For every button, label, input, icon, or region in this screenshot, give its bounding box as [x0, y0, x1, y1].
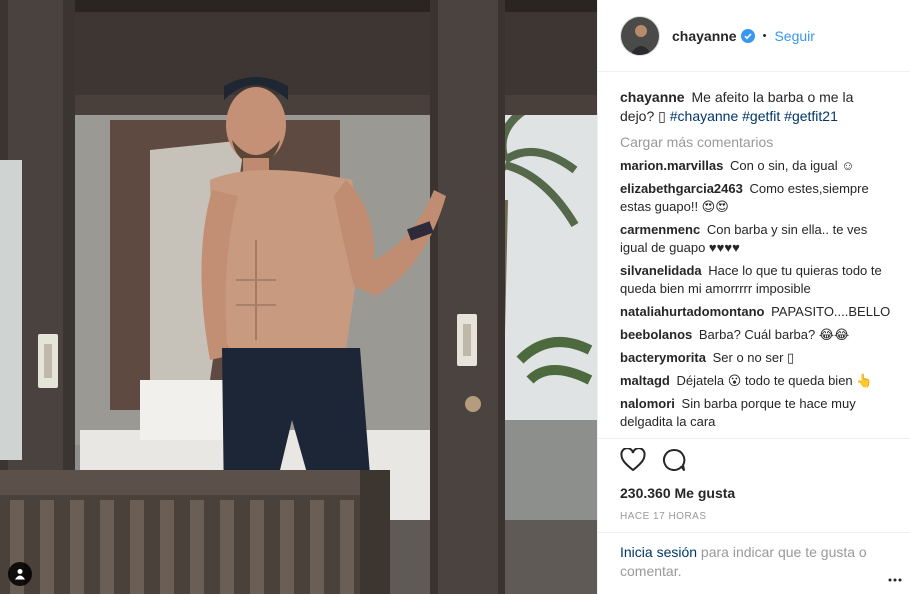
likes-count[interactable]: 230.360 Me gusta: [620, 485, 889, 501]
post-side-panel: chayanne • Seguir chayanne Me afeito la …: [597, 0, 910, 594]
comment-username[interactable]: silvanelidada: [620, 263, 702, 278]
comment-item: nalomori Sin barba porque te hace muy de…: [620, 395, 891, 431]
comment-text: PAPASITO....BELLO: [771, 304, 891, 319]
load-more-comments-button[interactable]: Cargar más comentarios: [620, 133, 891, 151]
comment-username[interactable]: carmenmenc: [620, 222, 700, 237]
heart-icon[interactable]: [620, 446, 646, 475]
post-actions: 230.360 Me gusta HACE 17 HORAS: [598, 438, 910, 522]
comment-username[interactable]: nalomori: [620, 396, 675, 411]
comment-username[interactable]: beebolanos: [620, 327, 692, 342]
comment-item: silvanelidada Hace lo que tu quieras tod…: [620, 262, 891, 298]
comment-username[interactable]: marion.marvillas: [620, 158, 723, 173]
follow-button[interactable]: Seguir: [774, 28, 814, 44]
comment-item: maltagd Déjatela 😮 todo te queda bien 👆: [620, 372, 891, 390]
comment-item: elizabethgarcia2463 Como estes,siempre e…: [620, 180, 891, 216]
login-to-comment: Inicia sesión para indicar que te gusta …: [598, 532, 910, 581]
comment-text: Déjatela 😮 todo te queda bien 👆: [676, 373, 873, 388]
user-tag-icon[interactable]: [8, 562, 32, 586]
comment-username[interactable]: nataliahurtadomontano: [620, 304, 764, 319]
comment-icon[interactable]: [662, 448, 686, 475]
verified-badge-icon: [740, 28, 755, 43]
comment-item: beebolanos Barba? Cuál barba? 😂😂: [620, 326, 891, 344]
comment-item: carmenmenc Con barba y sin ella.. te ves…: [620, 221, 891, 257]
comment-username[interactable]: maltagd: [620, 373, 670, 388]
post-caption: chayanne Me afeito la barba o me la dejo…: [620, 88, 891, 126]
comment-username[interactable]: elizabethgarcia2463: [620, 181, 743, 196]
login-link[interactable]: Inicia sesión: [620, 544, 697, 560]
post-header: chayanne • Seguir: [598, 0, 910, 72]
comment-item: nataliahurtadomontano PAPASITO....BELLO: [620, 303, 891, 321]
header-username[interactable]: chayanne: [672, 28, 737, 44]
comment-text: Barba? Cuál barba? 😂😂: [698, 327, 850, 342]
more-options-icon[interactable]: [888, 570, 902, 582]
photo-illustration: [0, 0, 597, 594]
comment-item: marion.marvillas Con o sin, da igual ☺: [620, 157, 891, 175]
comments-list: chayanne Me afeito la barba o me la dejo…: [598, 72, 910, 436]
caption-username[interactable]: chayanne: [620, 89, 685, 105]
action-icons: [620, 439, 889, 483]
comment-username[interactable]: bacterymorita: [620, 350, 706, 365]
post-photo[interactable]: [0, 0, 597, 594]
separator-dot: •: [762, 29, 767, 42]
avatar[interactable]: [620, 15, 660, 56]
comment-text: Ser o no ser ▯: [712, 350, 795, 365]
caption-hashtags[interactable]: #chayanne #getfit #getfit21: [670, 108, 838, 124]
comment-item: bacterymorita Ser o no ser ▯: [620, 349, 891, 367]
post-timestamp[interactable]: HACE 17 HORAS: [620, 511, 889, 522]
comment-text: Con o sin, da igual ☺: [729, 158, 855, 173]
